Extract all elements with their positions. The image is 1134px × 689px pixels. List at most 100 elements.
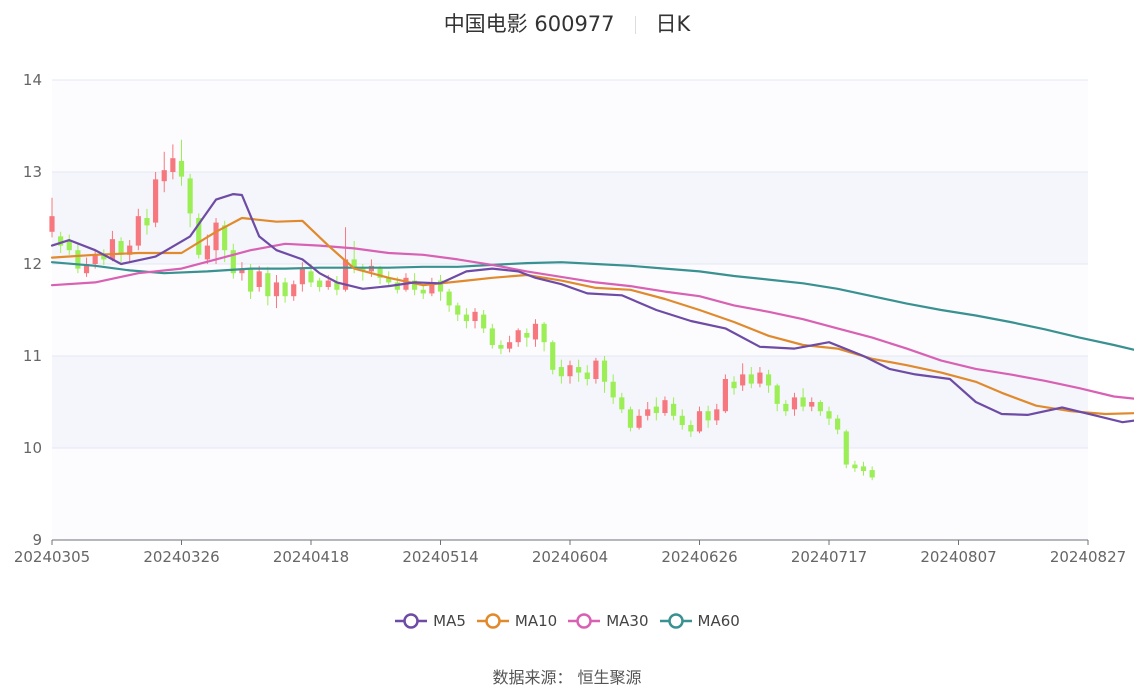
x-tick-label: 20240514 — [402, 548, 478, 566]
candle-down — [826, 411, 832, 419]
candle-down — [610, 381, 616, 398]
candle-down — [731, 381, 737, 389]
candle-up — [662, 400, 668, 414]
candle-up — [593, 360, 599, 379]
candle-up — [256, 271, 262, 287]
candle-down — [282, 282, 288, 297]
grid-band — [52, 80, 1088, 172]
candle-down — [420, 289, 426, 294]
candle-up — [506, 342, 513, 349]
legend-marker-icon — [395, 613, 428, 629]
legend-marker-icon — [568, 613, 601, 629]
candle-down — [679, 415, 685, 425]
legend-marker-icon — [476, 613, 509, 629]
candle-down — [455, 305, 461, 315]
candle-down — [835, 418, 841, 430]
y-tick-label: 11 — [23, 347, 42, 365]
y-tick-label: 9 — [32, 531, 42, 549]
candle-down — [627, 409, 634, 428]
candle-down — [774, 385, 780, 404]
candle-up — [740, 374, 746, 386]
kline-chart: 9 10 11 12 13 14 20240305 20240326 20240418 20240… — [14, 71, 1134, 566]
x-tick-label: 20240827 — [1050, 548, 1126, 566]
candle-up — [325, 280, 331, 287]
legend-item-ma5[interactable]: MA5 — [394, 612, 466, 630]
x-tick-label: 20240326 — [143, 548, 219, 566]
legend-marker-icon — [659, 613, 692, 629]
candle-down — [584, 372, 590, 379]
candle-down — [187, 178, 193, 214]
x-tick-label: 20240604 — [532, 548, 608, 566]
candle-up — [299, 268, 305, 285]
candle-down — [860, 466, 867, 471]
candle-down — [576, 367, 582, 373]
legend-item-ma30[interactable]: MA30 — [567, 612, 649, 630]
y-tick-label: 12 — [23, 255, 42, 273]
candle-down — [66, 241, 72, 251]
candle-up — [204, 245, 210, 260]
candle-down — [550, 342, 556, 370]
candle-up — [757, 372, 763, 384]
candle-up — [515, 330, 521, 343]
candle-up — [696, 411, 703, 432]
candle-down — [178, 160, 185, 177]
legend-item-ma60[interactable]: MA60 — [659, 612, 740, 630]
candle-down — [317, 280, 323, 287]
candle-up — [109, 239, 116, 260]
candle-down — [671, 403, 677, 416]
candle-down — [247, 268, 254, 292]
candle-down — [783, 403, 789, 412]
legend-label: MA10 — [514, 612, 558, 630]
legend-item-ma10[interactable]: MA10 — [476, 612, 557, 630]
candle-up — [532, 323, 539, 340]
candle-down — [601, 360, 608, 382]
legend-label: MA5 — [433, 612, 466, 630]
candle-up — [153, 179, 159, 223]
legend: MA5 MA10 MA30 MA60 — [0, 612, 1134, 633]
candle-up — [170, 158, 176, 172]
candle-down — [541, 323, 547, 343]
candle-down — [852, 464, 858, 469]
candle-down — [817, 402, 823, 412]
legend-label: MA30 — [606, 612, 649, 630]
candle-down — [308, 271, 314, 283]
candle-down — [265, 273, 271, 297]
x-tick-label: 20240807 — [920, 548, 996, 566]
candle-down — [688, 425, 694, 432]
candle-up — [567, 365, 573, 377]
candle-up — [213, 222, 219, 251]
candle-up — [135, 216, 141, 246]
candle-up — [472, 311, 478, 322]
x-tick-label: 20240626 — [661, 548, 737, 566]
x-tick-label: 20240717 — [791, 548, 867, 566]
candle-up — [92, 254, 98, 264]
x-tick-label: 20240418 — [273, 548, 349, 566]
x-tick-label: 20240305 — [14, 548, 90, 566]
candle-down — [463, 314, 469, 322]
candle-down — [748, 374, 754, 384]
candle-down — [765, 374, 772, 386]
candle-up — [161, 170, 167, 182]
candle-down — [489, 328, 495, 345]
candle-up — [714, 409, 720, 421]
y-tick-label: 13 — [23, 163, 42, 181]
grid-band — [52, 448, 1088, 540]
candle-down — [705, 411, 711, 421]
candle-up — [273, 282, 280, 297]
candle-down — [869, 470, 875, 478]
candle-up — [636, 415, 642, 428]
candle-down — [524, 333, 530, 338]
candle-down — [75, 250, 81, 269]
candle-up — [722, 379, 728, 412]
data-source: 数据来源： 恒生聚源 — [492, 668, 642, 687]
candle-up — [791, 397, 798, 410]
candle-up — [809, 402, 815, 407]
candle-up — [291, 284, 297, 297]
candle-down — [800, 397, 806, 407]
candle-up — [645, 409, 651, 416]
candle-down — [498, 344, 504, 349]
candle-up — [49, 216, 55, 232]
y-tick-label: 10 — [23, 439, 42, 457]
candle-down — [481, 314, 487, 329]
candle-down — [843, 431, 849, 465]
